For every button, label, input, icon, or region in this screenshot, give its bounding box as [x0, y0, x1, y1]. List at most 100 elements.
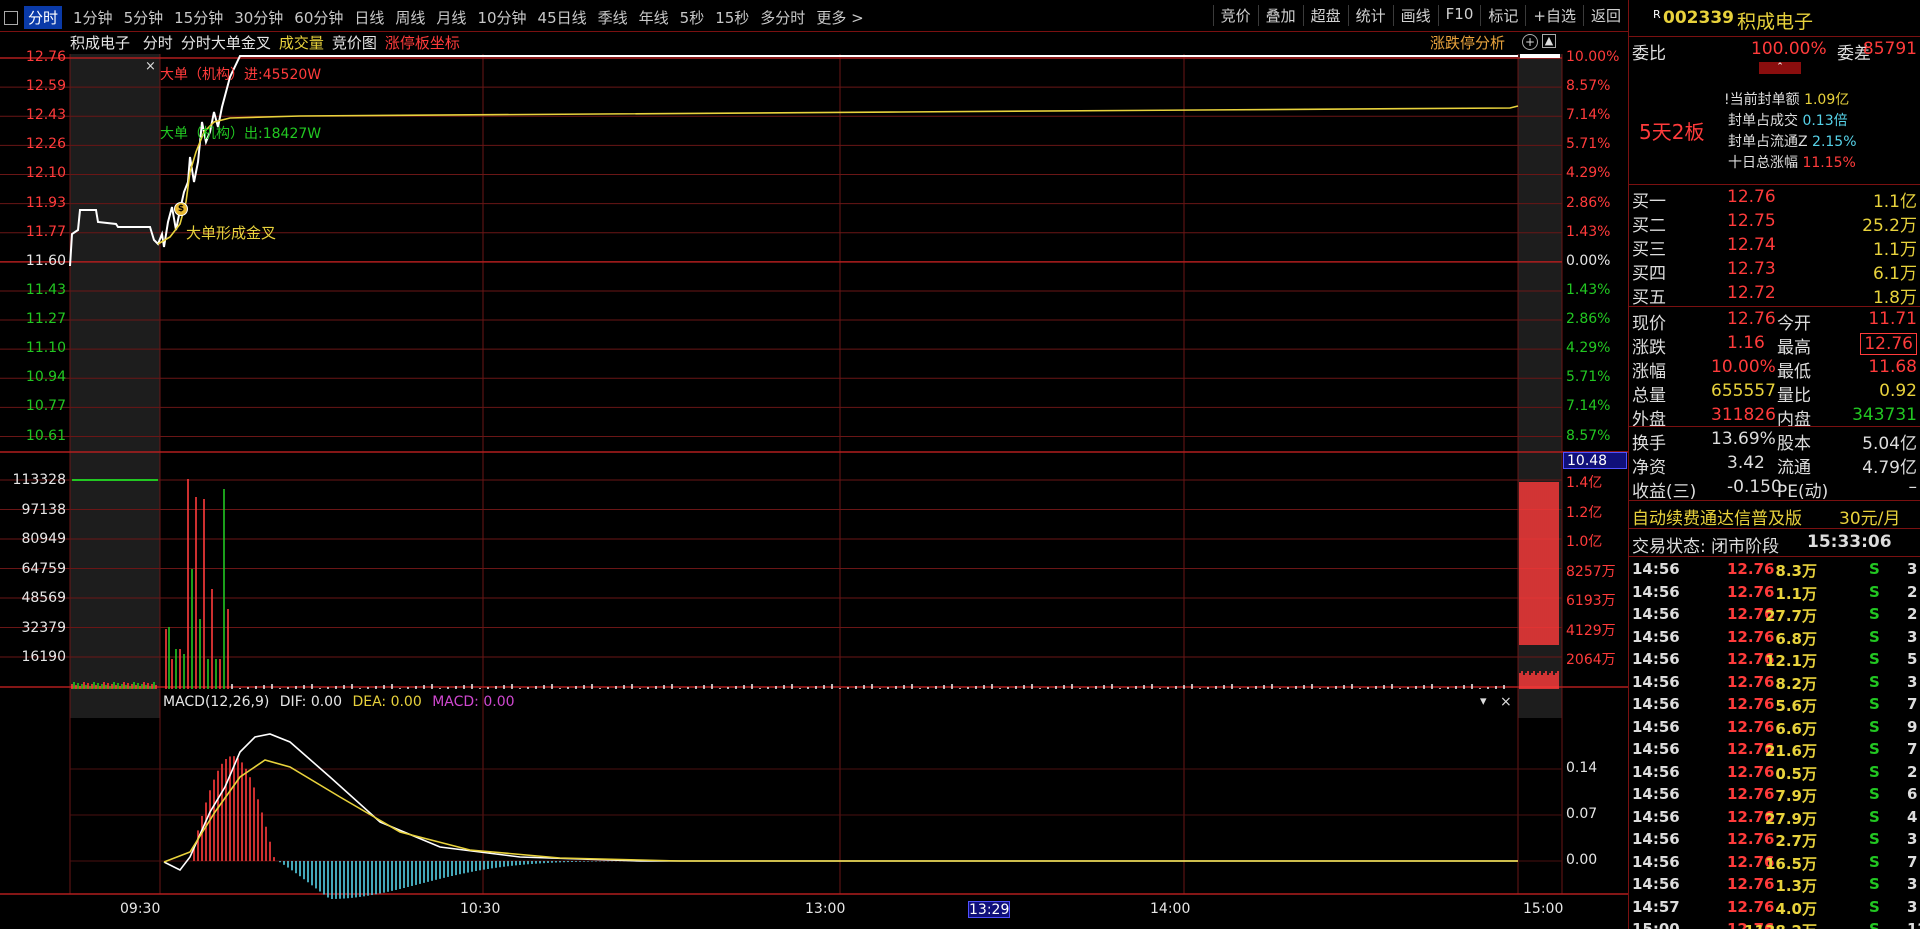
time-tick: 13:00: [805, 901, 846, 917]
close-main-icon[interactable]: ×: [145, 59, 156, 74]
percent-tick: 7.14%: [1566, 398, 1611, 415]
ad-banner[interactable]: 自动续费通达信普及版 30元/月: [1629, 503, 1920, 529]
tick-volume: 4.0万: [1775, 899, 1817, 918]
period-toolbar: 分时 1分钟 5分钟 15分钟 30分钟 60分钟 日线 周线 月线 10分钟 45日线 季线 年线 5秒…: [0, 0, 1628, 32]
tool-button[interactable]: 画线: [1392, 5, 1438, 26]
tick-row: 14:56 12.76 1.1万 S 2: [1629, 581, 1920, 603]
bid-label: 买二: [1632, 216, 1666, 236]
period-tab[interactable]: 10分钟: [477, 7, 526, 28]
quote-row: 涨幅 10.00% 最低 11.68: [1632, 357, 1917, 382]
tick-price: 12.76: [1727, 897, 1775, 916]
amount-tick: 2064万: [1566, 652, 1616, 668]
tick-side: S: [1869, 672, 1880, 691]
tick-row: 14:56 12.76 12.1万 S 5: [1629, 648, 1920, 670]
tick-count: 3: [1907, 897, 1918, 916]
tick-count: 3: [1907, 830, 1918, 848]
macd-tick: 0.07: [1566, 806, 1598, 822]
tool-button[interactable]: +自选: [1525, 5, 1583, 26]
period-tab[interactable]: 60分钟: [294, 7, 343, 28]
tick-count: 7: [1907, 852, 1918, 871]
tick-side: S: [1869, 875, 1880, 893]
period-tab[interactable]: 45日线: [538, 7, 587, 28]
close-macd-icon[interactable]: ×: [1500, 694, 1512, 710]
amount-tick: 6193万: [1566, 593, 1616, 609]
tick-time: 14:56: [1632, 627, 1680, 646]
period-tabs: 分时 1分钟 5分钟 15分钟 30分钟 60分钟 日线 周线 月线 10分钟 45日线 季线 年线 5秒…: [0, 6, 875, 29]
expand-icon[interactable]: ⌃: [1759, 62, 1801, 74]
tick-count: 9: [1907, 717, 1918, 736]
tick-row: 14:56 12.76 1.3万 S 3: [1629, 873, 1920, 895]
bid-row: 买二 12.75 25.2万: [1629, 210, 1920, 236]
macd-title: MACD(12,26,9): [163, 694, 270, 710]
tool-button[interactable]: 标记: [1480, 5, 1525, 26]
tick-volume: 2.7万: [1775, 832, 1817, 850]
period-tab[interactable]: 月线: [436, 7, 466, 28]
price-tick: 11.77: [25, 223, 66, 240]
divider: [1629, 306, 1920, 307]
period-tab[interactable]: 周线: [395, 7, 425, 28]
macd-tick: 0.00: [1566, 852, 1598, 868]
tick-volume: 0.5万: [1775, 764, 1817, 783]
fund-row: 换手 13.69% 股本 5.04亿: [1632, 429, 1917, 454]
tick-volume: 7.9万: [1775, 787, 1817, 805]
window-menu-icon[interactable]: [4, 10, 18, 25]
tick-side: S: [1869, 695, 1880, 713]
percent-tick: 4.29%: [1566, 340, 1611, 357]
volume-tick: 113328: [12, 472, 66, 488]
period-tab[interactable]: 多分时: [760, 7, 805, 28]
period-tab[interactable]: 更多 >: [816, 7, 863, 28]
tick-side: S: [1869, 605, 1880, 623]
period-tab[interactable]: 15分钟: [174, 7, 223, 28]
tool-button[interactable]: 超盘: [1302, 5, 1348, 26]
tick-count: 5: [1907, 650, 1918, 668]
bid-label: 买三: [1632, 240, 1666, 260]
tick-row: 14:56 12.76 27.7万 S 2: [1629, 603, 1920, 625]
period-tab[interactable]: 5分钟: [124, 7, 164, 28]
percent-tick: 2.86%: [1566, 194, 1611, 211]
quote-row: 涨跌 1.16 最高 12.76: [1629, 332, 1920, 358]
time-tick: 15:00: [1523, 901, 1564, 917]
tick-side: S: [1869, 582, 1880, 601]
amount-tick: 1.2亿: [1566, 504, 1603, 521]
tool-button[interactable]: 叠加: [1257, 5, 1303, 26]
volume-tick: 97138: [21, 501, 66, 518]
period-tab[interactable]: 1分钟: [73, 7, 113, 28]
tool-button[interactable]: 竞价: [1212, 5, 1258, 26]
time-tick: 14:00: [1150, 901, 1191, 917]
code-prefix: R: [1653, 8, 1661, 21]
volume-tick: 16190: [21, 649, 66, 665]
quote-row: 总量 655557 量比 0.92: [1632, 381, 1917, 406]
tool-button[interactable]: 统计: [1347, 5, 1393, 26]
period-tab[interactable]: 15秒: [715, 7, 749, 28]
period-tab[interactable]: 30分钟: [234, 7, 283, 28]
tool-button[interactable]: 返回: [1582, 5, 1628, 26]
period-tab[interactable]: 季线: [598, 7, 628, 28]
price-tick: 11.93: [25, 194, 66, 211]
tick-volume: 27.9万: [1764, 809, 1817, 828]
period-tab[interactable]: 分时: [24, 6, 63, 29]
average-line: [157, 105, 1519, 245]
price-tick: 12.59: [25, 78, 66, 95]
tick-price: 12.76: [1727, 762, 1775, 781]
period-tab[interactable]: 年线: [639, 7, 669, 28]
tick-count: 2: [1907, 582, 1918, 601]
tick-volume: 1.3万: [1775, 877, 1817, 895]
bid-label: 买四: [1632, 264, 1666, 284]
bid-row: 买五 12.72 1.8万: [1629, 282, 1920, 308]
intraday-chart[interactable]: 积成电子 分时 分时大单金叉 成交量 竞价图 涨停板坐标 涨跌停分析 + ▲ 12.76…: [0, 32, 1628, 929]
dif-line: [163, 733, 1518, 872]
tick-volume: 6.8万: [1775, 629, 1817, 648]
tick-volume: 1.1万: [1775, 584, 1817, 603]
tick-count: 2: [1907, 605, 1918, 623]
tick-side: S: [1869, 740, 1880, 758]
bid-volume: 1.8万: [1872, 288, 1917, 308]
period-tab[interactable]: 5秒: [680, 7, 705, 28]
tool-button[interactable]: F10: [1437, 5, 1481, 26]
quote-panel: R 002339 积成电子 委比 100.00% 委差 85791 ⌃ 5天2板…: [1628, 0, 1920, 929]
volume-tick: 32379: [21, 619, 66, 636]
macd-menu-icon[interactable]: ▾: [1480, 694, 1487, 709]
golden-cross-icon: $: [174, 202, 188, 216]
period-tab[interactable]: 日线: [354, 7, 384, 28]
tick-count: 6: [1907, 785, 1918, 803]
bid-price: 12.74: [1727, 235, 1776, 255]
